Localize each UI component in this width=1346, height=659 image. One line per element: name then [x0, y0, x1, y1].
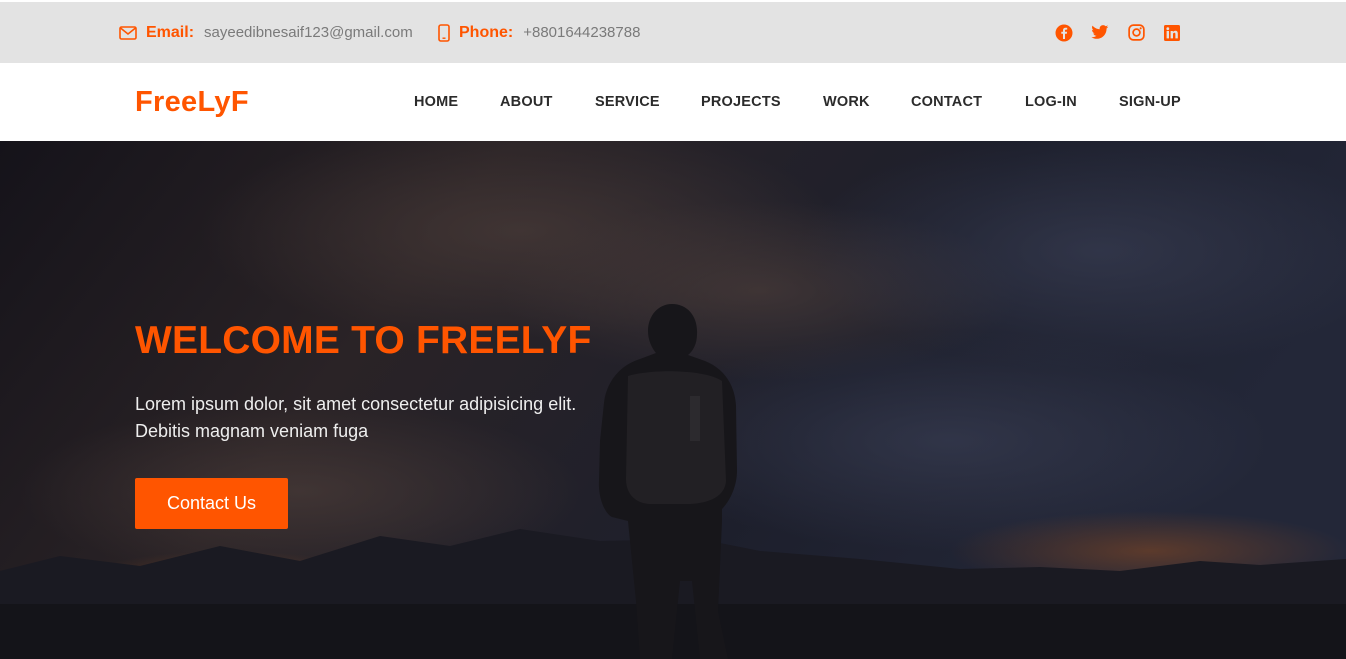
nav-item-about[interactable]: ABOUT — [500, 63, 553, 141]
hero-description: Lorem ipsum dolor, sit amet consectetur … — [135, 391, 655, 445]
hero-description-line-1: Lorem ipsum dolor, sit amet consectetur … — [135, 394, 577, 414]
nav-item-contact[interactable]: CONTACT — [911, 63, 982, 141]
facebook-icon[interactable] — [1055, 24, 1073, 42]
email-contact: Email: sayeedibnesaif123@gmail.com — [119, 2, 413, 63]
hero-section: WELCOME TO FREELYF Lorem ipsum dolor, si… — [0, 141, 1346, 659]
nav-item-work[interactable]: WORK — [823, 63, 870, 141]
top-contact-bar: Email: sayeedibnesaif123@gmail.com Phone… — [0, 0, 1346, 63]
linkedin-icon[interactable] — [1163, 24, 1181, 42]
phone-value[interactable]: +8801644238788 — [523, 24, 640, 41]
nav-item-sign-up[interactable]: SIGN-UP — [1119, 63, 1181, 141]
nav-item-projects[interactable]: PROJECTS — [701, 63, 781, 141]
contact-us-button[interactable]: Contact Us — [135, 478, 288, 529]
twitter-icon[interactable] — [1091, 24, 1109, 42]
nav-item-service[interactable]: SERVICE — [595, 63, 660, 141]
email-value[interactable]: sayeedibnesaif123@gmail.com — [204, 24, 413, 41]
main-navbar: FreeLyF HOME ABOUT SERVICE PROJECTS WORK… — [0, 63, 1346, 141]
email-label: Email: — [146, 23, 195, 41]
envelope-icon — [119, 25, 137, 40]
hero-description-line-2: Debitis magnam veniam fuga — [135, 421, 369, 441]
brand-logo[interactable]: FreeLyF — [135, 63, 249, 141]
hero-title: WELCOME TO FREELYF — [135, 319, 592, 362]
mobile-phone-icon — [438, 23, 450, 42]
instagram-icon[interactable] — [1127, 24, 1145, 42]
nav-item-home[interactable]: HOME — [414, 63, 458, 141]
phone-label: Phone: — [459, 23, 514, 41]
social-links — [1055, 2, 1181, 63]
nav-item-log-in[interactable]: LOG-IN — [1025, 63, 1077, 141]
phone-contact: Phone: +8801644238788 — [438, 2, 640, 63]
